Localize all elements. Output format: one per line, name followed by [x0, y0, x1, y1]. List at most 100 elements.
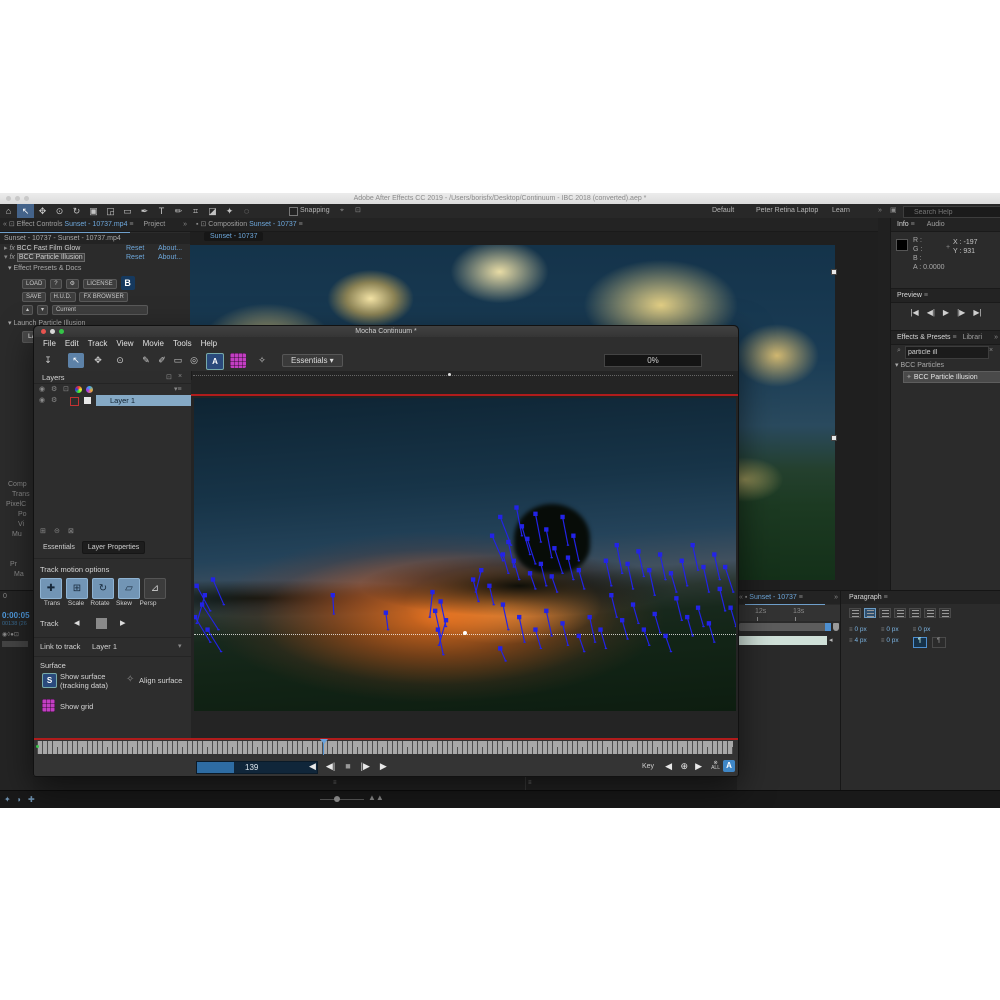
layer-matte-chip[interactable] [84, 397, 91, 404]
align-icon[interactable]: ⌖ [340, 204, 344, 218]
panel-collapse-icon[interactable]: « [739, 594, 743, 601]
playhead[interactable] [323, 740, 324, 755]
tab-project[interactable]: Project [143, 221, 165, 228]
preview-transport-button[interactable]: ◀| [927, 308, 935, 317]
type-tool-icon[interactable]: T [153, 204, 170, 218]
paragraph-field[interactable]: ≡4 px [849, 637, 867, 644]
new-layer-icon[interactable]: ⊝ [54, 527, 60, 535]
transport-button[interactable]: ▶ [380, 757, 387, 776]
frame-number-field[interactable]: 139 [196, 761, 318, 774]
mask-tool-icon[interactable]: ▭ [119, 204, 136, 218]
text-direction-button[interactable]: ¶ [913, 637, 927, 648]
track-option-trans[interactable]: ✚ [40, 578, 62, 599]
effects-tree-item-selected[interactable]: ✦ BCC Particle Illusion [903, 371, 1000, 383]
paragraph-field[interactable]: ≡0 px [881, 626, 899, 633]
puppet-pin-tool-icon[interactable]: ◌ [238, 204, 255, 218]
selection-tool-icon[interactable]: ↖ [17, 204, 34, 218]
preview-transport-button[interactable]: ▶| [973, 308, 981, 317]
panel-overflow[interactable]: » [183, 218, 187, 231]
close-window-icon[interactable] [6, 196, 11, 201]
comp-viewer-tab[interactable]: Sunset - 10737 [204, 232, 263, 241]
section-effect-presets[interactable]: ▾ Effect Presets & Docs [0, 264, 190, 273]
mocha-titlebar[interactable]: Mocha Continuum * [34, 326, 738, 337]
prev-preset-button[interactable]: ▴ [22, 305, 33, 315]
drag-handle-icon[interactable]: ◂ [829, 636, 833, 644]
zoom-slider-handle[interactable] [334, 796, 340, 802]
track-option-scale[interactable]: ⊞ [66, 578, 88, 599]
essentials-dropdown[interactable]: Essentials ▾ [282, 354, 343, 367]
help-search-input[interactable] [903, 206, 1000, 218]
panel-menu-icon[interactable]: ▾≡ [174, 385, 182, 393]
panel-overflow[interactable]: » [994, 331, 998, 344]
expand-surface-icon[interactable]: ✧ [254, 353, 270, 368]
new-folder-icon[interactable]: ⊞ [40, 527, 46, 535]
save-button[interactable]: SAVE [22, 292, 46, 302]
stop-button[interactable]: ■ [345, 757, 350, 776]
grid-options-icon[interactable]: ⊡ [355, 204, 361, 218]
track-option-skew[interactable]: ▱ [118, 578, 140, 599]
layer-gear-icon[interactable]: ⚙ [51, 396, 57, 404]
close-icon[interactable] [41, 329, 46, 334]
ruler-band[interactable] [37, 741, 733, 754]
selection-handle[interactable] [831, 269, 837, 275]
pan-tool-icon[interactable]: ✥ [90, 353, 106, 368]
align-surface-label[interactable]: Align surface [139, 676, 182, 685]
mocha-menu-tools[interactable]: Tools [173, 337, 192, 350]
zoom-tool-icon[interactable]: ⊙ [51, 204, 68, 218]
effect-row[interactable]: ▸ fx BCC Fast Film Glow Reset About... [0, 244, 190, 253]
fx-browser-button[interactable]: FX BROWSER [79, 292, 127, 302]
current-timecode[interactable]: 0:00:05 [2, 611, 30, 620]
align-button[interactable] [909, 608, 921, 618]
mocha-menu-movie[interactable]: Movie [143, 337, 164, 350]
preview-transport-button[interactable]: |◀ [910, 308, 918, 317]
align-button[interactable] [849, 608, 861, 618]
snapping-checkbox[interactable] [289, 207, 298, 216]
effect-row[interactable]: ▾ fx BCC Particle Illusion Reset About..… [0, 253, 190, 262]
zoom-slider-track[interactable] [320, 799, 364, 800]
tab-paragraph[interactable]: Paragraph [849, 594, 882, 601]
work-area-bar[interactable] [739, 636, 827, 645]
prev-keyframe-button[interactable]: ◀ [665, 757, 672, 776]
tab-effect-controls[interactable]: Effect Controls Sunset - 10737.mp4 ≡ [17, 221, 136, 228]
link-to-track-value[interactable]: Layer 1 [92, 642, 117, 651]
graph-icon[interactable]: ◑ [16, 795, 21, 804]
camera-tool-icon[interactable]: ▣ [85, 204, 102, 218]
next-preset-button[interactable]: ▾ [37, 305, 48, 315]
tab-essentials[interactable]: Essentials [38, 542, 80, 553]
zoom-tool-icon[interactable]: ⊙ [112, 353, 128, 368]
workspace-learn[interactable]: Learn [832, 204, 850, 218]
mocha-viewer[interactable] [191, 380, 738, 738]
show-surface-toggle-icon[interactable]: S [42, 673, 57, 688]
mocha-menu-track[interactable]: Track [88, 337, 108, 350]
about-link[interactable]: About... [158, 253, 182, 262]
panel-overflow[interactable]: » [834, 591, 838, 604]
add-keyframe-icon[interactable]: ⊕ [680, 757, 688, 776]
track-forwards-button[interactable]: ▸ [120, 616, 126, 629]
orbit-tool-icon[interactable]: ↻ [68, 204, 85, 218]
select-tool-icon[interactable]: ↖ [68, 353, 84, 368]
roto-brush-tool-icon[interactable]: ✦ [221, 204, 238, 218]
current-preset-dropdown[interactable]: Current [52, 305, 148, 315]
render-queue-icon[interactable]: ✦ [4, 795, 11, 804]
show-grid-label[interactable]: Show grid [60, 702, 93, 711]
timeline-scrollbar[interactable] [739, 623, 829, 631]
tab-composition[interactable]: Composition Sunset - 10737 ≡ [208, 221, 302, 228]
show-surface-label[interactable]: Show surface (tracking data) [60, 672, 120, 690]
workspace-peter-retina-laptop[interactable]: Peter Retina Laptop [756, 204, 818, 218]
tab-audio[interactable]: Audio [927, 221, 945, 228]
paragraph-field[interactable]: ≡0 px [881, 637, 899, 644]
tab-effects-presets[interactable]: Effects & Presets [897, 334, 951, 341]
pin-icon[interactable]: ⊡ [166, 373, 172, 381]
reset-link[interactable]: Reset [126, 244, 144, 253]
tab-preview[interactable]: Preview [897, 292, 922, 299]
align-button[interactable] [894, 608, 906, 618]
show-grid-toggle-icon[interactable] [42, 699, 55, 712]
pen-tool-icon[interactable]: ✒ [136, 204, 153, 218]
workspace-overflow[interactable]: » [878, 204, 882, 218]
chevron-down-icon[interactable]: ▾ [178, 642, 182, 650]
workspace-default[interactable]: Default [712, 204, 734, 218]
panel-collapse-icon[interactable]: « [3, 221, 7, 228]
minimize-window-icon[interactable] [15, 196, 20, 201]
layer-color-chip[interactable] [70, 397, 79, 406]
av-feature-icons[interactable]: ◉◊●⊡ [2, 631, 19, 638]
